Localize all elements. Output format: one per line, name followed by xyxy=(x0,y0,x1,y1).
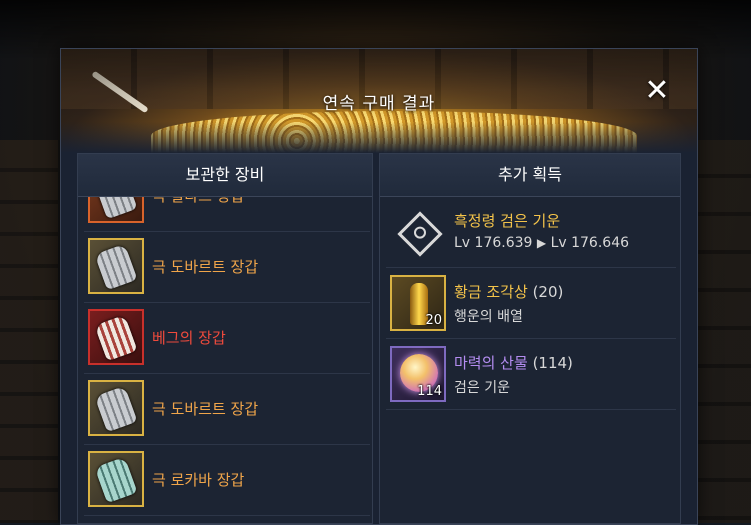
stored-equipment-header: 보관한 장비 xyxy=(78,154,372,197)
dialog-title: 연속 구매 결과 xyxy=(322,94,436,114)
level-from: Lv 176.639 xyxy=(454,235,533,251)
black-spirit-icon xyxy=(390,204,446,260)
item-name: 극 로카바 장갑 xyxy=(152,471,245,489)
item-quantity: 20 xyxy=(425,313,442,328)
list-item[interactable]: 베그의 장갑 xyxy=(84,302,370,374)
additional-rewards-panel: 추가 획득 흑정령 검은 기운 Lv 176.639 ▶ Lv 176.646 … xyxy=(379,153,681,524)
reward-name: 흑정령 검은 기운 xyxy=(454,212,561,230)
reward-detail: 행운의 배열 xyxy=(454,309,523,325)
reward-count: (114) xyxy=(532,354,573,372)
list-item[interactable]: 극 칼라스 장갑 xyxy=(84,197,370,232)
gauntlet-icon xyxy=(88,309,144,365)
reward-detail: Lv 176.639 ▶ Lv 176.646 xyxy=(454,235,629,251)
golden-statue-icon: 20 xyxy=(390,275,446,331)
reward-name: 황금 조각상 xyxy=(454,283,528,301)
reward-name: 마력의 산물 xyxy=(454,354,528,372)
close-button[interactable]: ✕ xyxy=(641,75,673,107)
additional-rewards-header: 추가 획득 xyxy=(380,154,680,197)
arrow-right-icon: ▶ xyxy=(536,236,547,250)
stored-equipment-panel: 보관한 장비 극 칼라스 장갑 극 도바르트 장갑 베그의 장갑 극 도바르트 … xyxy=(77,153,373,524)
reward-count: (20) xyxy=(532,283,564,301)
reward-name-line: 황금 조각상 (20) xyxy=(454,281,563,302)
gauntlet-icon xyxy=(88,238,144,294)
level-to: Lv 176.646 xyxy=(550,235,630,251)
additional-rewards-list[interactable]: 흑정령 검은 기운 Lv 176.639 ▶ Lv 176.646 20 황금 … xyxy=(380,197,680,524)
list-item[interactable]: 20 황금 조각상 (20) 행운의 배열 xyxy=(386,268,676,339)
gauntlet-icon xyxy=(88,451,144,507)
reward-name-line: 마력의 산물 (114) xyxy=(454,352,573,373)
item-name: 극 도바르트 장갑 xyxy=(152,400,259,418)
purchase-result-dialog: 연속 구매 결과 ✕ 보관한 장비 극 칼라스 장갑 극 도바르트 장갑 베그의… xyxy=(60,48,698,525)
list-item[interactable]: 극 도바르트 장갑 xyxy=(84,373,370,445)
item-name: 극 칼라스 장갑 xyxy=(152,197,244,206)
item-name: 극 도바르트 장갑 xyxy=(152,258,259,276)
reward-detail: 검은 기운 xyxy=(454,380,510,396)
mana-orb-icon: 114 xyxy=(390,346,446,402)
list-item[interactable]: 흑정령 검은 기운 Lv 176.639 ▶ Lv 176.646 xyxy=(386,197,676,268)
gauntlet-icon xyxy=(88,197,144,223)
background-shelf-left xyxy=(0,140,58,523)
list-item[interactable]: 극 로카바 장갑 xyxy=(84,444,370,516)
gauntlet-icon xyxy=(88,380,144,436)
list-item[interactable]: 극 도바르트 장갑 xyxy=(84,231,370,303)
item-quantity: 114 xyxy=(417,384,442,399)
item-name: 베그의 장갑 xyxy=(152,329,226,347)
list-item[interactable]: 114 마력의 산물 (114) 검은 기운 xyxy=(386,339,676,410)
stored-equipment-list[interactable]: 극 칼라스 장갑 극 도바르트 장갑 베그의 장갑 극 도바르트 장갑 극 로카… xyxy=(78,197,372,524)
